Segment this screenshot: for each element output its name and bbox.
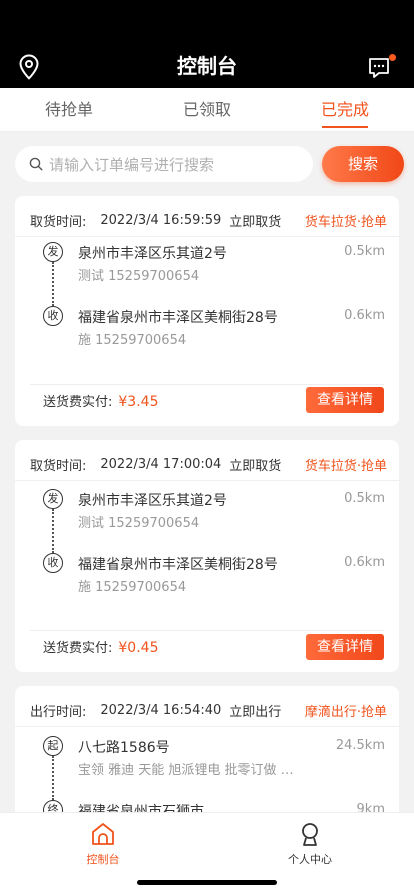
divider <box>15 236 399 237</box>
status-tabs: 待抢单 已领取 已完成 <box>0 88 414 132</box>
order-mode: 立即取货 <box>229 214 282 230</box>
message-badge <box>389 54 396 61</box>
nav-console[interactable]: 控制台 <box>43 821 163 867</box>
tab-received[interactable]: 已领取 <box>138 88 276 131</box>
nav-profile[interactable]: 个人中心 <box>250 821 370 867</box>
stop-contact: 测试 15259700654 <box>78 516 200 531</box>
pickup-marker: 发 <box>43 242 63 262</box>
end-stop: 终 福建省泉州市石狮市 9km <box>43 800 385 812</box>
nav-profile-label: 个人中心 <box>288 853 332 866</box>
stop-address: 泉州市丰泽区乐其道2号 <box>78 493 227 509</box>
stop-distance: 0.6km <box>344 555 385 570</box>
pickup-marker: 发 <box>43 489 63 509</box>
order-time: 2022/3/4 17:00:04 <box>100 456 222 472</box>
search-icon <box>29 157 43 171</box>
order-card[interactable]: 出行时间: 2022/3/4 16:54:40 立即出行 摩滴出行·抢单 起 八… <box>15 686 399 812</box>
order-time: 2022/3/4 16:54:40 <box>100 702 222 718</box>
divider <box>15 726 399 727</box>
end-marker: 终 <box>43 800 63 812</box>
dropoff-stop: 收 福建省泉州市丰泽区美桐街28号 0.6km 施 15259700654 <box>43 553 385 597</box>
stop-distance: 24.5km <box>335 738 385 753</box>
search-placeholder: 请输入订单编号进行搜索 <box>49 155 215 174</box>
order-type-tag: 摩滴出行·抢单 <box>304 704 387 720</box>
order-header: 取货时间: 2022/3/4 16:59:59 立即取货 货车拉货·抢单 <box>30 210 387 230</box>
search-input[interactable]: 请输入订单编号进行搜索 <box>15 146 313 182</box>
nav-console-label: 控制台 <box>86 853 120 866</box>
stop-address: 福建省泉州市丰泽区美桐街28号 <box>78 557 278 573</box>
order-card[interactable]: 取货时间: 2022/3/4 17:00:04 立即取货 货车拉货·抢单 发 泉… <box>15 440 399 672</box>
stop-address: 八七路1586号 <box>78 740 170 756</box>
fee-amount: ¥0.45 <box>118 640 159 656</box>
home-indicator <box>137 880 277 885</box>
stop-contact: 测试 15259700654 <box>78 269 200 284</box>
divider <box>30 384 384 385</box>
person-icon <box>302 823 318 846</box>
stop-contact: 施 15259700654 <box>78 580 187 595</box>
delivery-fee: 送货费实付: ¥0.45 <box>43 637 158 656</box>
stop-contact: 宝领 雅迪 天能 旭派锂电 批零订做 1... <box>78 763 298 778</box>
order-time: 2022/3/4 16:59:59 <box>100 212 222 228</box>
search-button[interactable]: 搜索 <box>322 146 404 182</box>
home-icon <box>92 823 114 845</box>
order-card[interactable]: 取货时间: 2022/3/4 16:59:59 立即取货 货车拉货·抢单 发 泉… <box>15 196 399 426</box>
view-details-button[interactable]: 查看详情 <box>306 387 384 413</box>
search-bar: 请输入订单编号进行搜索 搜索 <box>0 132 414 194</box>
dropoff-stop: 收 福建省泉州市丰泽区美桐街28号 0.6km 施 15259700654 <box>43 306 385 350</box>
stop-address: 福建省泉州市石狮市 <box>78 804 204 812</box>
top-bar: 控制台 <box>0 0 414 88</box>
fee-label: 送货费实付: <box>43 641 113 656</box>
order-header: 取货时间: 2022/3/4 17:00:04 立即取货 货车拉货·抢单 <box>30 454 387 474</box>
order-header: 出行时间: 2022/3/4 16:54:40 立即出行 摩滴出行·抢单 <box>30 700 387 720</box>
order-type-tag: 货车拉货·抢单 <box>304 214 387 230</box>
stop-contact: 施 15259700654 <box>78 333 187 348</box>
time-label: 出行时间: <box>30 704 87 720</box>
stop-distance: 0.5km <box>344 491 385 506</box>
start-stop: 起 八七路1586号 24.5km 宝领 雅迪 天能 旭派锂电 批零订做 1..… <box>43 736 385 780</box>
start-marker: 起 <box>43 736 63 756</box>
divider <box>15 480 399 481</box>
stop-distance: 0.5km <box>344 244 385 259</box>
dropoff-marker: 收 <box>43 553 63 573</box>
fee-amount: ¥3.45 <box>118 394 159 410</box>
view-details-button[interactable]: 查看详情 <box>306 634 384 660</box>
page-title: 控制台 <box>177 54 237 78</box>
divider <box>30 630 384 631</box>
stop-distance: 9km <box>356 802 385 812</box>
stop-address: 泉州市丰泽区乐其道2号 <box>78 246 227 262</box>
tab-pending[interactable]: 待抢单 <box>0 88 138 131</box>
pickup-stop: 发 泉州市丰泽区乐其道2号 0.5km 测试 15259700654 <box>43 242 385 286</box>
tab-completed[interactable]: 已完成 <box>276 88 414 131</box>
time-label: 取货时间: <box>30 458 87 474</box>
delivery-fee: 送货费实付: ¥3.45 <box>43 391 158 410</box>
stop-distance: 0.6km <box>344 308 385 323</box>
order-mode: 立即取货 <box>229 458 282 474</box>
stop-address: 福建省泉州市丰泽区美桐街28号 <box>78 310 278 326</box>
pickup-stop: 发 泉州市丰泽区乐其道2号 0.5km 测试 15259700654 <box>43 489 385 533</box>
order-mode: 立即出行 <box>229 704 282 720</box>
order-type-tag: 货车拉货·抢单 <box>304 458 387 474</box>
fee-label: 送货费实付: <box>43 395 113 410</box>
time-label: 取货时间: <box>30 214 87 230</box>
dropoff-marker: 收 <box>43 306 63 326</box>
